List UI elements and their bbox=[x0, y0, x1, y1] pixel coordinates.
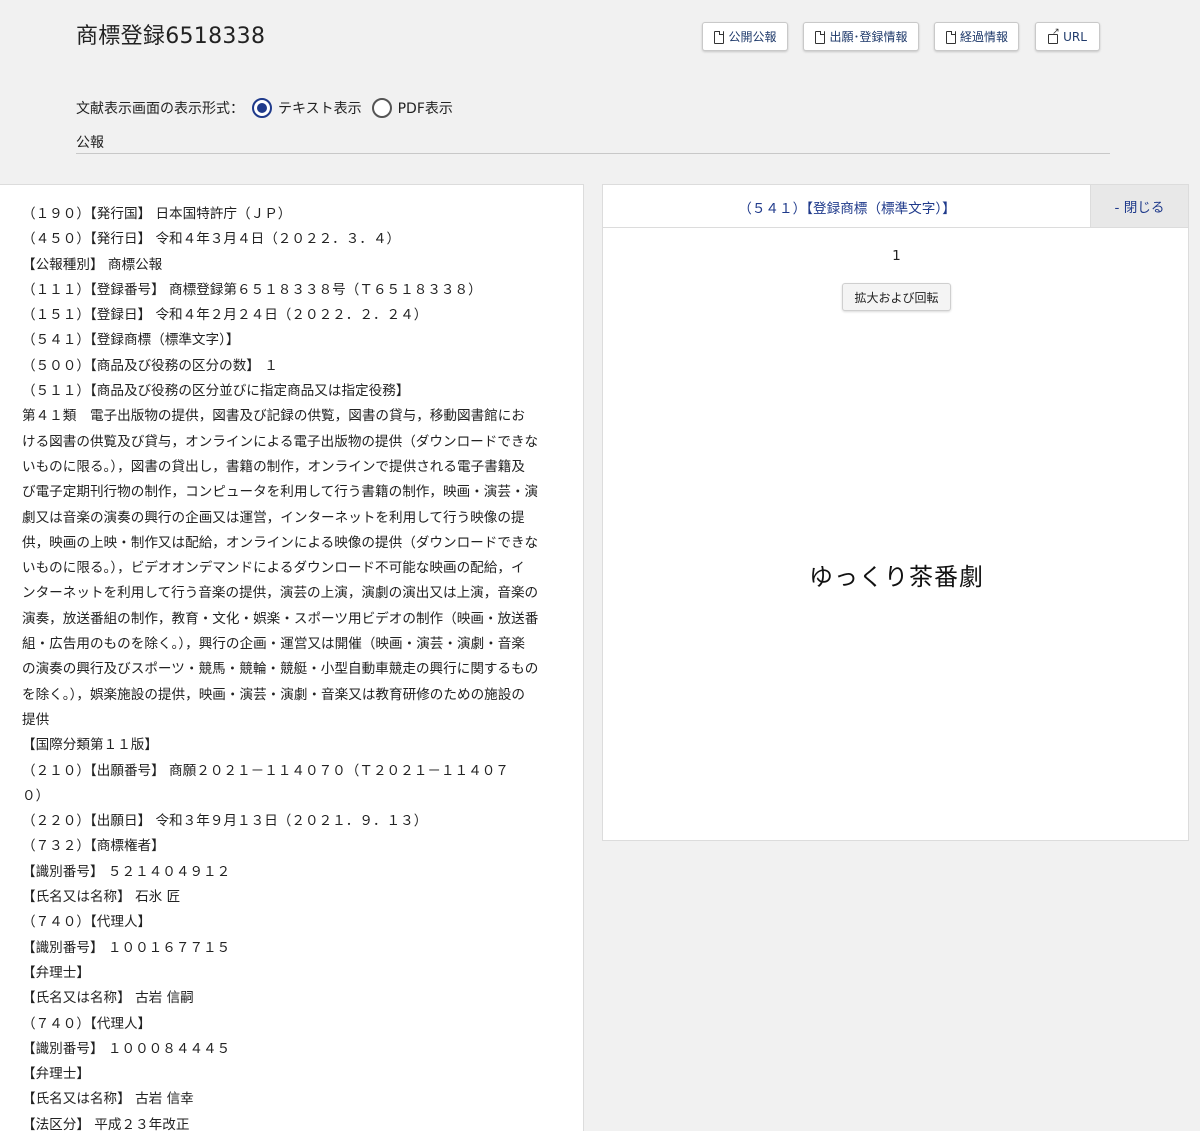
document-line: 【国際分類第１１版】 bbox=[22, 737, 158, 754]
document-line: （５００）【商品及び役務の区分の数】 １ bbox=[22, 357, 278, 374]
document-line: いものに限る。），ビデオオンデマンドによるダウンロード不可能な映画の配給，イ bbox=[22, 560, 525, 577]
document-text-panel[interactable]: （１９０）【発行国】 日本国特許庁（ＪＰ） （４５０）【発行日】 令和４年３月４日… bbox=[0, 184, 584, 1131]
document-line: の演奏の興行及びスポーツ・競馬・競輪・競艇・小型自動車競走の興行に関するもの bbox=[22, 661, 539, 678]
document-line: を除く。），娯楽施設の提供，映画・演芸・演劇・音楽又は教育研修のための施設の bbox=[22, 686, 525, 703]
document-line: 第４１類 電子出版物の提供，図書及び記録の供覧，図書の貸与，移動図書館にお bbox=[22, 408, 525, 425]
text-display-label[interactable]: テキスト表示 bbox=[278, 98, 362, 118]
display-format-row: 文献表示画面の表示形式： テキスト表示 PDF表示 bbox=[76, 96, 453, 120]
document-line: （５４１）【登録商標（標準文字）】 bbox=[22, 332, 240, 349]
document-line: 供，映画の上映・制作又は配給，オンラインによる映像の提供（ダウンロードできな bbox=[22, 534, 539, 551]
document-line: （７３２）【商標権者】 bbox=[22, 838, 165, 855]
document-line: 【法区分】 平成２３年改正 bbox=[22, 1116, 190, 1131]
document-line: 【識別番号】 ５２１４０４９１２ bbox=[22, 863, 231, 880]
document-line: 【氏名又は名称】 古岩 信嗣 bbox=[22, 990, 194, 1007]
document-line: （１１１）【登録番号】 商標登録第６５１８３３８号（Ｔ６５１８３３８） bbox=[22, 281, 482, 298]
application-info-label: 出願･登録情報 bbox=[829, 30, 908, 44]
document-line: （４５０）【発行日】 令和４年３月４日（２０２２．３．４） bbox=[22, 231, 401, 248]
document-line: び電子定期刊行物の制作，コンピュータを利用して行う書籍の制作，映画・演芸・演 bbox=[22, 484, 539, 501]
document-line: （７４０）【代理人】 bbox=[22, 1015, 152, 1032]
page-title: 商標登録6518338 bbox=[76, 24, 266, 49]
section-label: 公報 bbox=[76, 135, 104, 151]
viewer-header: （５４１）【登録商標（標準文字）】 - 閉じる bbox=[603, 185, 1188, 228]
document-line: 【識別番号】 １００１６７７１５ bbox=[22, 939, 231, 956]
document-line: 【氏名又は名称】 石氷 匠 bbox=[22, 889, 181, 906]
document-line: 【氏名又は名称】 古岩 信幸 bbox=[22, 1091, 194, 1108]
progress-info-button[interactable]: 経過情報 bbox=[934, 22, 1019, 51]
pdf-display-label[interactable]: PDF表示 bbox=[398, 98, 453, 118]
document-icon bbox=[945, 30, 956, 44]
document-line: 【弁理士】 bbox=[22, 964, 90, 981]
zoom-rotate-button[interactable]: 拡大および回転 bbox=[842, 283, 951, 311]
url-button[interactable]: URL bbox=[1035, 22, 1100, 51]
progress-info-label: 経過情報 bbox=[959, 30, 1008, 44]
application-info-button[interactable]: 出願･登録情報 bbox=[803, 22, 919, 51]
document-line: ける図書の供覧及び貸与，オンラインによる電子出版物の提供（ダウンロードできな bbox=[22, 433, 539, 450]
document-line: （２２０）【出願日】 令和３年９月１３日（２０２１．９．１３） bbox=[22, 813, 428, 830]
pdf-display-radio[interactable] bbox=[371, 98, 392, 118]
text-display-radio[interactable] bbox=[252, 98, 272, 118]
document-line: 【公報種別】 商標公報 bbox=[22, 256, 163, 273]
document-line: 劇又は音楽の演奏の興行の企画又は運営，インターネットを利用して行う映像の提 bbox=[22, 509, 525, 526]
close-button[interactable]: - 閉じる bbox=[1090, 185, 1188, 227]
viewer-title: （５４１）【登録商標（標準文字）】 bbox=[738, 201, 956, 217]
url-label: URL bbox=[1063, 29, 1087, 44]
document-line: （７４０）【代理人】 bbox=[22, 914, 152, 931]
document-line: （１９０）【発行国】 日本国特許庁（ＪＰ） bbox=[22, 206, 292, 222]
document-line: 組・広告用のものを除く。），興行の企画・運営又は開催（映画・演芸・演劇・音楽 bbox=[22, 636, 525, 653]
document-icon bbox=[814, 30, 826, 44]
public-gazette-label: 公開公報 bbox=[728, 30, 777, 44]
document-line: 提供 bbox=[22, 711, 50, 728]
display-format-label: 文献表示画面の表示形式： bbox=[76, 101, 244, 117]
document-line: 【識別番号】 １０００８４４４５ bbox=[22, 1040, 231, 1057]
document-icon bbox=[713, 30, 725, 44]
public-gazette-button[interactable]: 公開公報 bbox=[702, 22, 788, 51]
document-line: ンターネットを利用して行う音楽の提供，演芸の上演，演劇の演出又は上演，音楽の bbox=[22, 585, 539, 602]
page-number: 1 bbox=[892, 248, 901, 264]
document-line: 【弁理士】 bbox=[22, 1066, 90, 1083]
trademark-viewer-panel: （５４１）【登録商標（標準文字）】 - 閉じる 1 拡大および回転 ゆっくり茶番… bbox=[602, 184, 1189, 841]
document-line: （２１０）【出願番号】 商願２０２１－１１４０７０（Ｔ２０２１－１１４０７ bbox=[22, 762, 509, 779]
document-line: （１５１）【登録日】 令和４年２月２４日（２０２２．２．２４） bbox=[22, 307, 428, 324]
document-line: （５１１）【商品及び役務の区分並びに指定商品又は指定役務】 bbox=[22, 383, 410, 400]
document-line: ０） bbox=[22, 787, 50, 804]
section-divider bbox=[76, 153, 1110, 154]
trademark-image: ゆっくり茶番劇 bbox=[809, 563, 984, 591]
document-lines: （１９０）【発行国】 日本国特許庁（ＪＰ） （４５０）【発行日】 令和４年３月４日… bbox=[22, 202, 561, 1131]
external-link-icon bbox=[1048, 27, 1060, 44]
document-line: いものに限る。），図書の貸出し，書籍の制作，オンラインで提供される電子書籍及 bbox=[22, 458, 525, 475]
document-line: 演奏，放送番組の制作，教育・文化・娯楽・スポーツ用ビデオの制作（映画・放送番 bbox=[22, 610, 539, 627]
